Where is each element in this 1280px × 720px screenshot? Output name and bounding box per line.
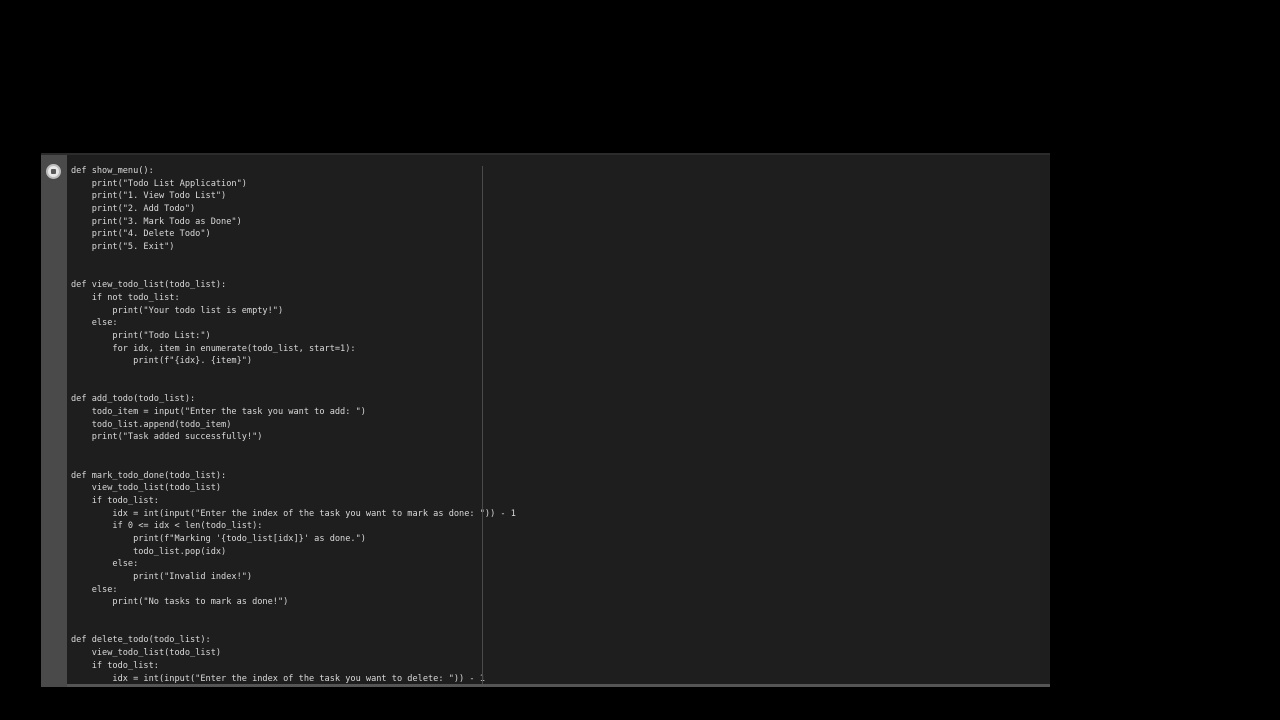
code-line[interactable]: todo_item = input("Enter the task you wa…	[71, 406, 516, 419]
code-line[interactable]: def mark_todo_done(todo_list):	[71, 470, 516, 483]
code-line[interactable]: print(f"Marking '{todo_list[idx]}' as do…	[71, 533, 516, 546]
code-line[interactable]: def add_todo(todo_list):	[71, 393, 516, 406]
code-line[interactable]: print("5. Exit")	[71, 241, 516, 254]
cell-gutter	[41, 155, 67, 687]
run-cell-button[interactable]	[46, 164, 61, 179]
code-line[interactable]	[71, 254, 516, 267]
code-line[interactable]: print("No tasks to mark as done!")	[71, 596, 516, 609]
code-line[interactable]: print("Invalid index!")	[71, 571, 516, 584]
code-line[interactable]: view_todo_list(todo_list)	[71, 482, 516, 495]
code-content[interactable]: def show_menu(): print("Todo List Applic…	[71, 165, 516, 685]
code-line[interactable]: if not todo_list:	[71, 292, 516, 305]
code-line[interactable]	[71, 609, 516, 622]
code-line[interactable]	[71, 622, 516, 635]
code-line[interactable]: print("1. View Todo List")	[71, 190, 516, 203]
code-line[interactable]: todo_list.pop(idx)	[71, 546, 516, 559]
stop-circle-icon	[51, 169, 56, 174]
code-line[interactable]: print("Task added successfully!")	[71, 431, 516, 444]
code-line[interactable]: view_todo_list(todo_list)	[71, 647, 516, 660]
code-line[interactable]: print("Your todo list is empty!")	[71, 305, 516, 318]
code-editor[interactable]: def show_menu(): print("Todo List Applic…	[71, 165, 1050, 687]
code-line[interactable]: todo_list.append(todo_item)	[71, 419, 516, 432]
code-line[interactable]: idx = int(input("Enter the index of the …	[71, 508, 516, 521]
code-line[interactable]: else:	[71, 584, 516, 597]
code-line[interactable]	[71, 368, 516, 381]
code-line[interactable]	[71, 267, 516, 280]
code-line[interactable]	[71, 381, 516, 394]
code-line[interactable]: if todo_list:	[71, 660, 516, 673]
code-line[interactable]: print("Todo List Application")	[71, 178, 516, 191]
code-line[interactable]: print(f"{idx}. {item}")	[71, 355, 516, 368]
code-line[interactable]	[71, 444, 516, 457]
code-line[interactable]: print("2. Add Todo")	[71, 203, 516, 216]
horizontal-scrollbar[interactable]	[67, 684, 1050, 687]
code-line[interactable]: if 0 <= idx < len(todo_list):	[71, 520, 516, 533]
line-length-ruler	[482, 166, 483, 686]
code-line[interactable]: print("4. Delete Todo")	[71, 228, 516, 241]
code-line[interactable]: else:	[71, 317, 516, 330]
code-line[interactable]: def delete_todo(todo_list):	[71, 634, 516, 647]
code-line[interactable]: def view_todo_list(todo_list):	[71, 279, 516, 292]
code-line[interactable]: else:	[71, 558, 516, 571]
code-cell[interactable]: def show_menu(): print("Todo List Applic…	[41, 153, 1050, 687]
code-line[interactable]: def show_menu():	[71, 165, 516, 178]
code-line[interactable]: if todo_list:	[71, 495, 516, 508]
code-line[interactable]: for idx, item in enumerate(todo_list, st…	[71, 343, 516, 356]
code-line[interactable]: print("Todo List:")	[71, 330, 516, 343]
code-line[interactable]	[71, 457, 516, 470]
code-line[interactable]: print("3. Mark Todo as Done")	[71, 216, 516, 229]
